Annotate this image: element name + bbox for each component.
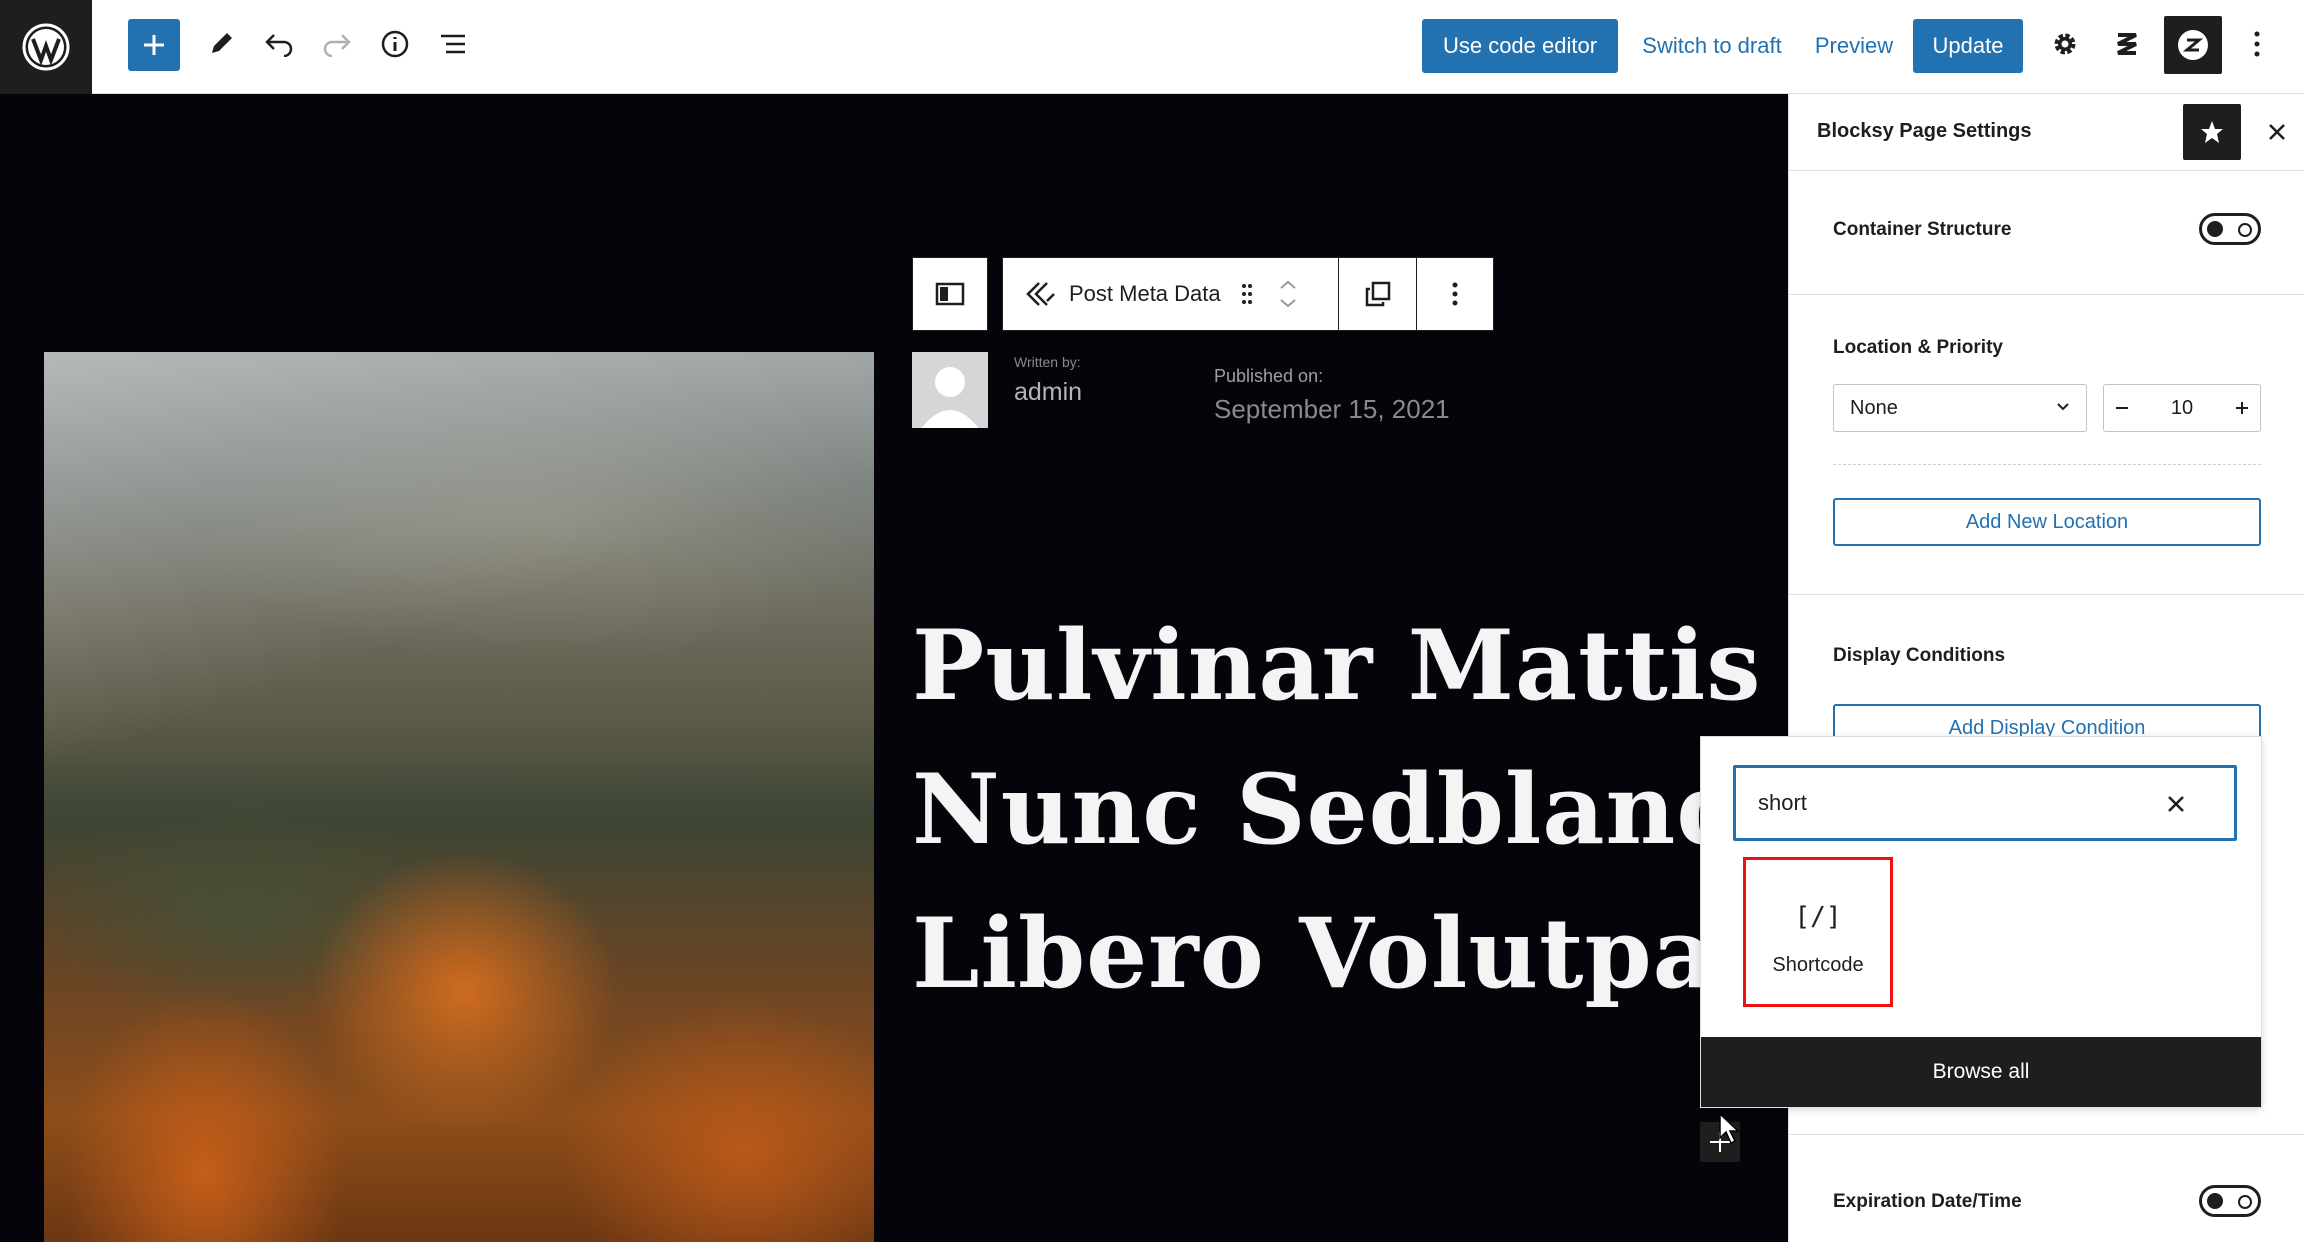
location-select-value: None <box>1850 397 1898 419</box>
tools-button[interactable] <box>194 17 248 71</box>
more-vertical-icon <box>2254 31 2260 57</box>
more-vertical-icon <box>1452 282 1458 306</box>
editor-top-bar: Use code editor Switch to draft Preview … <box>0 0 2304 94</box>
gear-icon <box>2054 33 2076 55</box>
clear-search-button[interactable] <box>2156 784 2196 824</box>
details-button[interactable] <box>368 17 422 71</box>
copy-icon <box>1365 281 1390 307</box>
block-toolbar: Post Meta Data <box>1002 257 1494 331</box>
duplicate-button[interactable] <box>1339 258 1417 330</box>
close-icon <box>2168 796 2184 812</box>
location-select[interactable]: None <box>1833 384 2087 432</box>
close-icon <box>2269 124 2285 140</box>
sidebar-layout-icon <box>935 282 965 306</box>
wordpress-logo-icon[interactable] <box>0 0 92 94</box>
browse-all-button[interactable]: Browse all <box>1701 1037 2261 1107</box>
container-structure-label: Container Structure <box>1833 219 2012 240</box>
display-conditions-label: Display Conditions <box>1833 645 2006 666</box>
preview-button[interactable]: Preview <box>1806 19 1902 73</box>
block-options-button[interactable] <box>1417 258 1493 330</box>
block-search[interactable] <box>1733 765 2237 841</box>
add-new-location-button[interactable]: Add New Location <box>1833 498 2261 546</box>
chevron-down-icon <box>2057 403 2069 411</box>
block-search-input[interactable] <box>1758 790 2138 816</box>
drag-handle-icon[interactable] <box>1241 282 1253 306</box>
select-parent-button[interactable] <box>912 257 988 331</box>
written-by-label: Written by: <box>1014 354 1081 370</box>
expiration-section: Expiration Date/Time <box>1789 1134 2304 1242</box>
redo-icon <box>323 34 351 57</box>
shortcode-block-result[interactable]: [/] Shortcode <box>1743 857 1893 1007</box>
divider <box>1833 464 2261 465</box>
post-title-line: Libero Volutpat <box>912 897 1762 1010</box>
switch-to-draft-button[interactable]: Switch to draft <box>1632 19 1792 73</box>
sidebar-header: Blocksy Page Settings <box>1789 94 2304 170</box>
blocksy-button[interactable] <box>2100 17 2154 71</box>
move-down-icon[interactable] <box>1279 298 1297 308</box>
expiration-toggle[interactable] <box>2199 1185 2261 1217</box>
shortcode-icon: [/] <box>1794 902 1842 932</box>
published-date: September 15, 2021 <box>1214 394 1450 424</box>
author-avatar <box>912 352 988 428</box>
info-icon <box>381 30 409 58</box>
post-title[interactable]: Pulvinar Mattis Nunc Sedblandit Libero V… <box>912 594 1788 1026</box>
close-sidebar-button[interactable] <box>2255 110 2299 154</box>
pencil-icon <box>212 33 232 53</box>
minus-icon[interactable] <box>2114 400 2130 416</box>
add-block-button[interactable] <box>128 19 180 71</box>
undo-icon <box>265 34 293 57</box>
move-up-icon[interactable] <box>1279 280 1297 290</box>
priority-value: 10 <box>2170 396 2194 419</box>
block-name: Post Meta Data <box>1069 281 1221 306</box>
container-structure-toggle[interactable] <box>2199 213 2261 245</box>
post-title-line: Pulvinar Mattis <box>912 609 1762 722</box>
list-view-button[interactable] <box>426 17 480 71</box>
quick-inserter-popover: [/] Shortcode Browse all <box>1700 736 2262 1108</box>
post-meta-icon <box>1026 282 1055 306</box>
update-button[interactable]: Update <box>1913 19 2023 73</box>
sidebar-title: Blocksy Page Settings <box>1817 120 2032 142</box>
published-label: Published on: <box>1214 366 1324 386</box>
list-view-icon <box>441 34 465 54</box>
priority-stepper[interactable]: 10 <box>2103 384 2261 432</box>
options-button[interactable] <box>2230 17 2284 71</box>
expiration-label: Expiration Date/Time <box>1833 1191 2022 1212</box>
settings-button[interactable] <box>2038 17 2092 71</box>
cursor-icon <box>1719 1112 1740 1145</box>
use-code-editor-button[interactable]: Use code editor <box>1422 19 1618 73</box>
plus-icon[interactable] <box>2234 400 2250 416</box>
blocksy-icon <box>2117 33 2137 55</box>
block-result-label: Shortcode <box>1772 954 1864 976</box>
post-title-line: Nunc Sedblandit <box>912 753 1788 866</box>
redo-button[interactable] <box>310 17 364 71</box>
undo-button[interactable] <box>252 17 306 71</box>
stackable-button[interactable] <box>2164 16 2222 74</box>
stackable-icon <box>2178 30 2208 60</box>
location-priority-label: Location & Priority <box>1833 337 2003 358</box>
plus-icon <box>144 35 164 55</box>
editor-canvas[interactable]: Post Meta Data Written by: admin Publish… <box>0 94 1788 1242</box>
featured-image[interactable] <box>44 352 874 1242</box>
star-icon <box>2201 121 2223 143</box>
block-switcher[interactable]: Post Meta Data <box>1003 258 1339 330</box>
pin-button[interactable] <box>2183 104 2241 160</box>
author-name[interactable]: admin <box>1014 378 1082 407</box>
